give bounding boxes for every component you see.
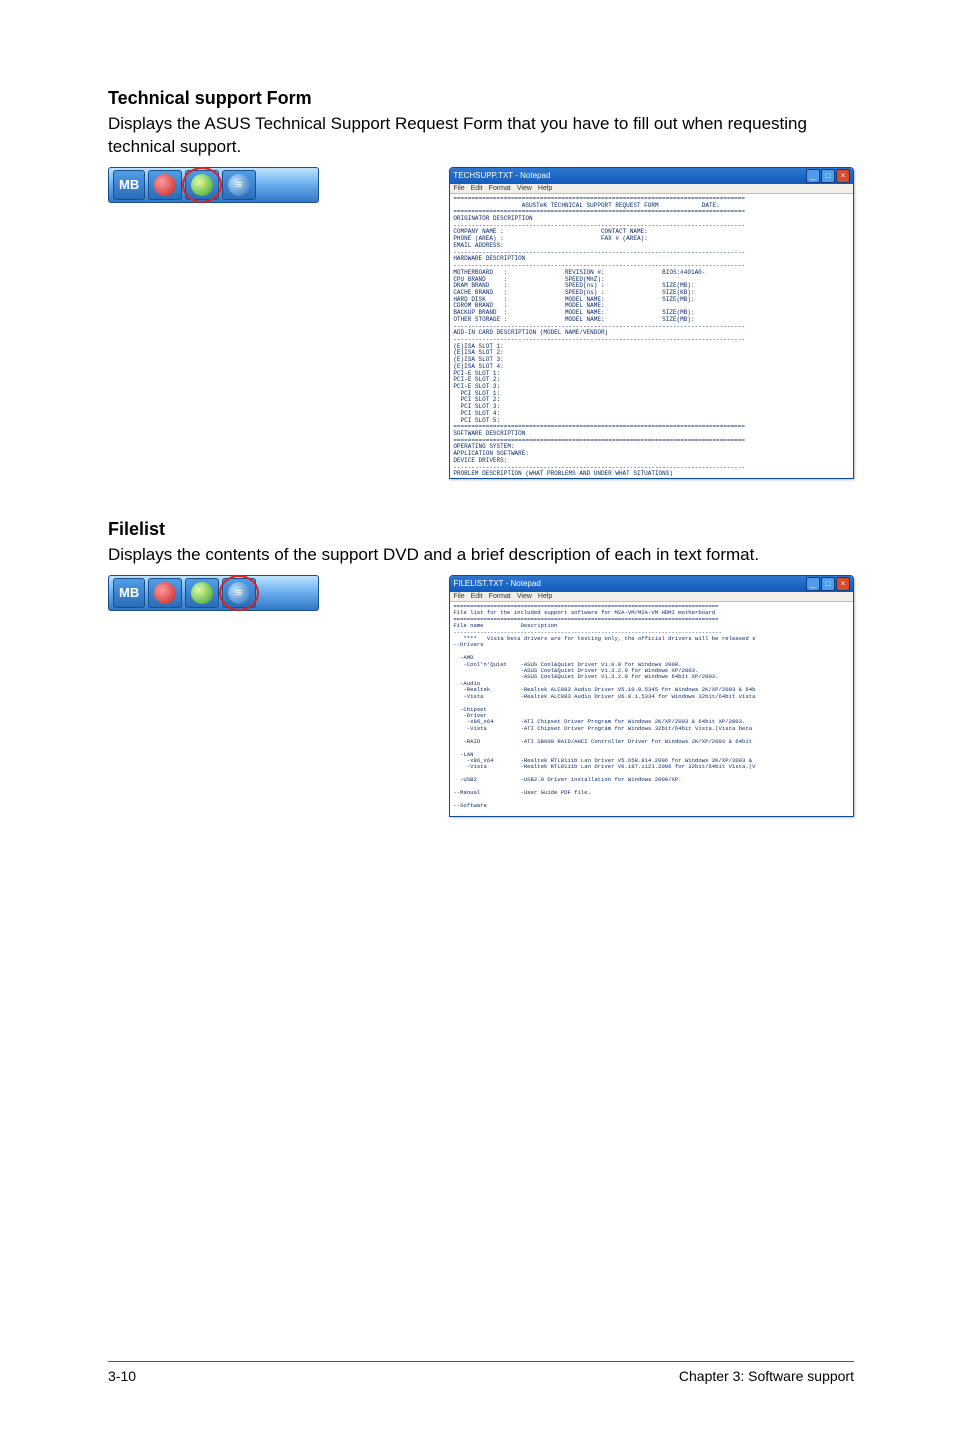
document-list-icon [228,582,250,604]
notepad-title: TECHSUPP.TXT - Notepad [453,171,550,180]
menu-file[interactable]: File [453,593,464,600]
menu-edit[interactable]: Edit [471,593,483,600]
footer-page-number: 3-10 [108,1368,136,1384]
notepad-body-filelist: ========================================… [450,602,853,816]
taskbar-mb-button[interactable]: MB [113,170,145,200]
menu-format[interactable]: Format [489,593,511,600]
figure-techsupp: MB TECHSUPP.TXT - Notepad _ □ × File Edi… [108,167,854,479]
taskbar-strip-2: MB [108,575,319,611]
taskbar-strip: MB [108,167,319,203]
window-maximize-button[interactable]: □ [821,169,835,183]
section-desc-filelist: Displays the contents of the support DVD… [108,544,854,567]
menu-view[interactable]: View [517,185,532,192]
page-footer: 3-10 Chapter 3: Software support [108,1361,854,1384]
notepad-title-2: FILELIST.TXT - Notepad [453,579,540,588]
footer-chapter: Chapter 3: Software support [679,1368,854,1384]
taskbar-manual-button[interactable] [222,170,256,200]
taskbar-drivers-button[interactable] [148,170,182,200]
notepad-menubar: File Edit Format View Help [450,184,853,194]
notepad-titlebar: TECHSUPP.TXT - Notepad _ □ × [450,168,853,184]
window-minimize-button[interactable]: _ [806,169,820,183]
notepad-window-filelist: FILELIST.TXT - Notepad _ □ × File Edit F… [449,575,854,817]
menu-help[interactable]: Help [538,593,552,600]
notepad-menubar-2: File Edit Format View Help [450,592,853,602]
notepad-body-techsupp: ========================================… [450,194,853,478]
menu-view[interactable]: View [517,593,532,600]
taskbar-utilities-button[interactable] [185,170,219,200]
taskbar-utilities-button-2[interactable] [185,578,219,608]
taskbar-manual-button-2[interactable] [222,578,256,608]
window-close-button[interactable]: × [836,577,850,591]
window-minimize-button[interactable]: _ [806,577,820,591]
taskbar-drivers-button-2[interactable] [148,578,182,608]
taskbar-mb-button-2[interactable]: MB [113,578,145,608]
menu-format[interactable]: Format [489,185,511,192]
section-desc-techsupp: Displays the ASUS Technical Support Requ… [108,113,854,159]
document-list-icon [228,174,250,196]
notepad-titlebar-2: FILELIST.TXT - Notepad _ □ × [450,576,853,592]
menu-edit[interactable]: Edit [471,185,483,192]
cd-red-icon [154,582,176,604]
notepad-window-techsupp: TECHSUPP.TXT - Notepad _ □ × File Edit F… [449,167,854,479]
wand-icon [191,582,213,604]
wand-icon [191,174,213,196]
section-title-techsupp: Technical support Form [108,88,854,109]
figure-filelist: MB FILELIST.TXT - Notepad _ □ × File Edi… [108,575,854,817]
cd-red-icon [154,174,176,196]
menu-file[interactable]: File [453,185,464,192]
window-close-button[interactable]: × [836,169,850,183]
window-maximize-button[interactable]: □ [821,577,835,591]
menu-help[interactable]: Help [538,185,552,192]
section-title-filelist: Filelist [108,519,854,540]
